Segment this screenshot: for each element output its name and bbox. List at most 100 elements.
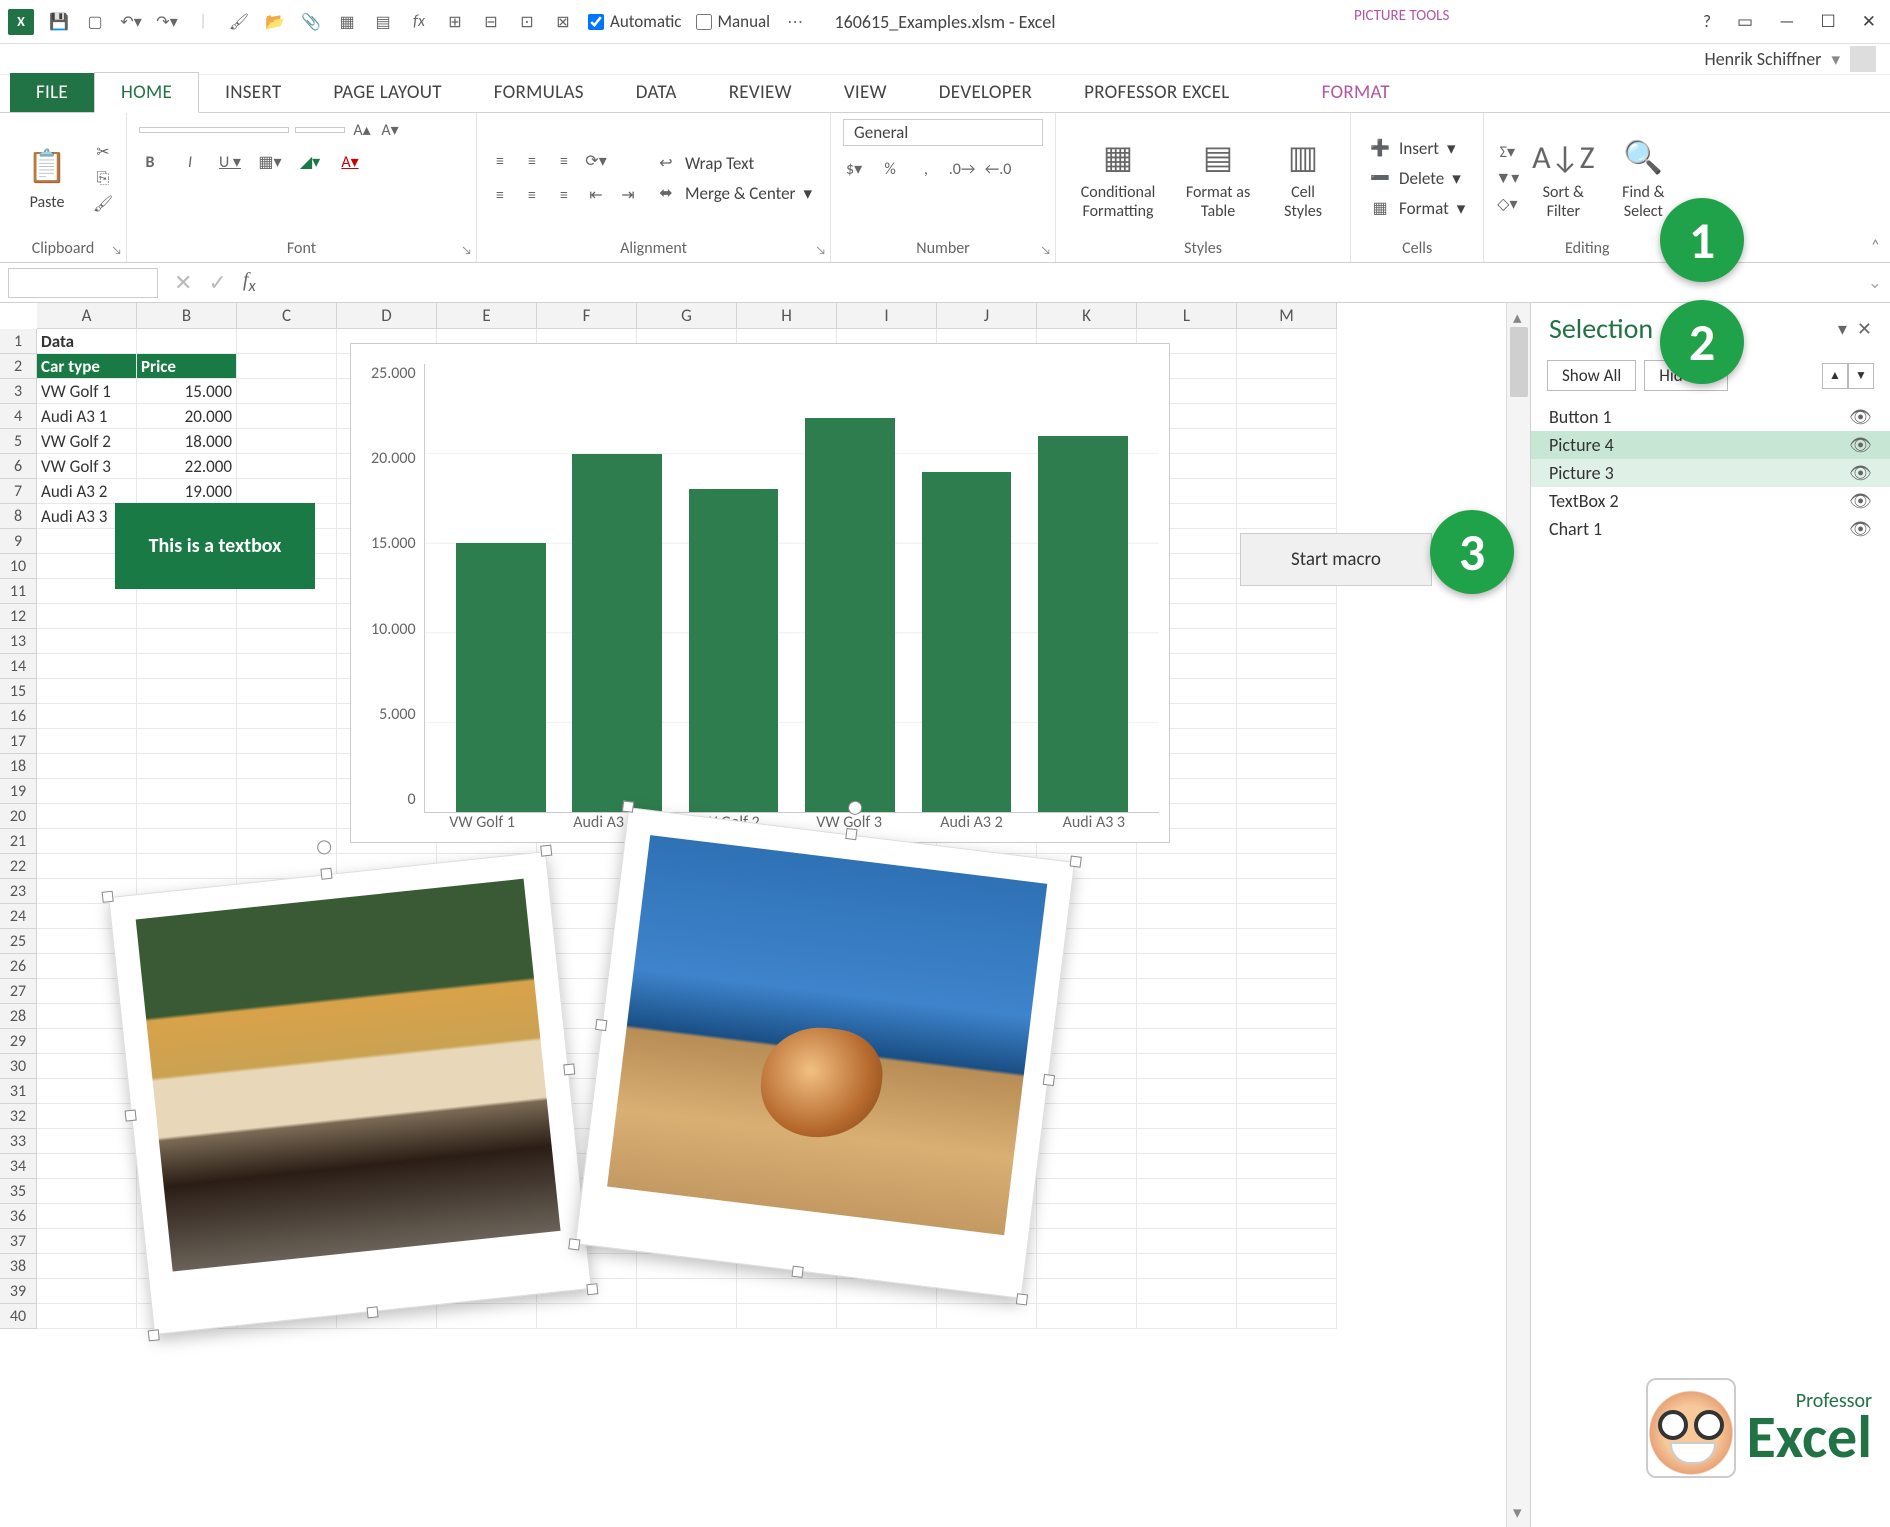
row-header[interactable]: 35	[0, 1179, 37, 1204]
macros-icon[interactable]: ▦	[336, 11, 358, 33]
row-header[interactable]: 6	[0, 454, 37, 479]
fill-icon[interactable]: ▼▾	[1496, 167, 1518, 189]
font-size-select[interactable]	[295, 127, 345, 133]
vertical-scrollbar[interactable]: ▴ ▾	[1506, 303, 1530, 1527]
cell[interactable]	[1137, 879, 1237, 904]
cell[interactable]	[1137, 1279, 1237, 1304]
row-header[interactable]: 26	[0, 954, 37, 979]
pane-close-icon[interactable]: ✕	[1857, 318, 1872, 340]
cell[interactable]	[1237, 454, 1337, 479]
row-header[interactable]: 17	[0, 729, 37, 754]
indent-inc-icon[interactable]: ⇥	[617, 184, 639, 206]
cell[interactable]	[237, 429, 337, 454]
tab-developer[interactable]: DEVELOPER	[913, 73, 1058, 112]
format-cells-button[interactable]: ▦Format ▾	[1363, 195, 1471, 221]
cell[interactable]	[1037, 1229, 1137, 1254]
column-header[interactable]: L	[1137, 303, 1237, 329]
cell[interactable]	[1237, 1054, 1337, 1079]
cell[interactable]: 22.000	[137, 454, 237, 479]
visibility-toggle-icon[interactable]: 👁	[1849, 462, 1872, 484]
manual-check[interactable]: Manual	[696, 11, 771, 32]
sort-filter-button[interactable]: A↓ZSort & Filter	[1528, 135, 1598, 221]
cell[interactable]	[1137, 979, 1237, 1004]
cell[interactable]	[1137, 1104, 1237, 1129]
visibility-toggle-icon[interactable]: 👁	[1849, 406, 1872, 428]
row-header[interactable]: 23	[0, 879, 37, 904]
insert-cells-button[interactable]: ➕Insert ▾	[1363, 135, 1471, 161]
row-header[interactable]: 39	[0, 1279, 37, 1304]
picture-3-frame[interactable]	[108, 851, 592, 1335]
cell[interactable]	[137, 329, 237, 354]
visibility-toggle-icon[interactable]: 👁	[1849, 518, 1872, 540]
textbox-shape[interactable]: This is a textbox	[115, 503, 315, 589]
cell[interactable]	[437, 1304, 537, 1329]
font-launcher-icon[interactable]: ↘	[461, 244, 472, 258]
cell[interactable]	[1137, 1179, 1237, 1204]
move-down-button[interactable]: ▼	[1848, 363, 1874, 389]
tab-view[interactable]: VIEW	[818, 73, 913, 112]
cell[interactable]	[1237, 1029, 1337, 1054]
cell[interactable]: 19.000	[137, 479, 237, 504]
number-format-select[interactable]: General	[843, 119, 1043, 146]
row-header[interactable]: 20	[0, 804, 37, 829]
cell[interactable]	[1137, 1254, 1237, 1279]
ribbon-display-icon[interactable]: ▭	[1737, 11, 1753, 32]
row-header[interactable]: 27	[0, 979, 37, 1004]
close-icon[interactable]: ✕	[1862, 11, 1876, 32]
scroll-up-icon[interactable]: ▴	[1513, 307, 1522, 328]
cell[interactable]	[137, 679, 237, 704]
redo-icon[interactable]: ↷▾	[156, 11, 178, 33]
cell[interactable]	[1237, 654, 1337, 679]
cell[interactable]	[1237, 1104, 1337, 1129]
bold-button[interactable]: B	[139, 151, 161, 173]
row-header[interactable]: 3	[0, 379, 37, 404]
cell[interactable]: VW Golf 1	[37, 379, 137, 404]
font-color-icon[interactable]: A▾	[339, 151, 361, 173]
cell[interactable]: 20.000	[137, 404, 237, 429]
cell[interactable]	[1237, 679, 1337, 704]
column-header[interactable]: J	[937, 303, 1037, 329]
cell[interactable]	[1237, 404, 1337, 429]
cell[interactable]	[37, 1204, 137, 1229]
cell[interactable]	[1137, 1204, 1237, 1229]
align-top-icon[interactable]: ≡	[489, 150, 511, 172]
cell[interactable]	[37, 654, 137, 679]
selection-item[interactable]: Chart 1👁	[1531, 515, 1890, 543]
cell[interactable]	[1237, 804, 1337, 829]
show-all-button[interactable]: Show All	[1547, 360, 1636, 391]
undo-icon[interactable]: ↶▾	[120, 11, 142, 33]
help-icon[interactable]: ?	[1703, 11, 1711, 32]
move-up-button[interactable]: ▲	[1822, 363, 1848, 389]
cell[interactable]	[237, 454, 337, 479]
subtotal-icon[interactable]: ⊠	[552, 11, 574, 33]
cell[interactable]	[37, 1179, 137, 1204]
cell[interactable]	[37, 1154, 137, 1179]
row-header[interactable]: 32	[0, 1104, 37, 1129]
cell[interactable]	[1037, 1304, 1137, 1329]
tab-review[interactable]: REVIEW	[703, 73, 818, 112]
cell[interactable]	[37, 1279, 137, 1304]
cell[interactable]	[1137, 929, 1237, 954]
picture-4-frame[interactable]	[575, 807, 1075, 1299]
cell[interactable]	[1237, 729, 1337, 754]
cell[interactable]	[1237, 604, 1337, 629]
qat-more-icon[interactable]: ⋯	[784, 11, 806, 33]
cell[interactable]	[137, 754, 237, 779]
tab-formulas[interactable]: FORMULAS	[468, 73, 610, 112]
cell[interactable]	[1237, 754, 1337, 779]
tab-format[interactable]: FORMAT	[1296, 73, 1416, 112]
avatar[interactable]	[1850, 46, 1876, 72]
row-header[interactable]: 8	[0, 504, 37, 529]
cell[interactable]	[1137, 1029, 1237, 1054]
underline-button[interactable]: U ▾	[219, 151, 241, 173]
cell[interactable]	[1237, 929, 1337, 954]
cell[interactable]: VW Golf 3	[37, 454, 137, 479]
dec-decimal-icon[interactable]: ←.0	[987, 158, 1009, 180]
row-header[interactable]: 5	[0, 429, 37, 454]
cell[interactable]	[1237, 1279, 1337, 1304]
column-header[interactable]: A	[37, 303, 137, 329]
cell[interactable]	[237, 779, 337, 804]
percent-icon[interactable]: %	[879, 158, 901, 180]
row-header[interactable]: 9	[0, 529, 37, 554]
cell[interactable]	[637, 1279, 737, 1304]
